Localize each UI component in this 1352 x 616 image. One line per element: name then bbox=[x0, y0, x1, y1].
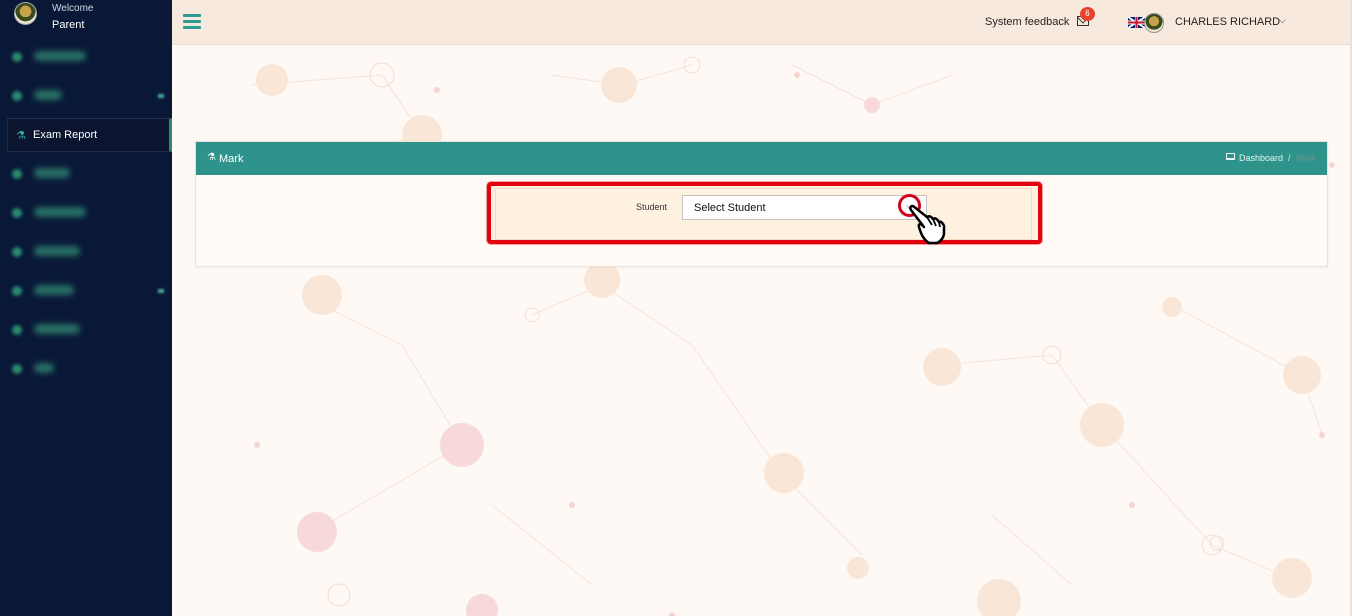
chevron-left-icon bbox=[158, 94, 164, 98]
menu-icon bbox=[12, 52, 22, 62]
menu-icon bbox=[12, 208, 22, 218]
user-avatar[interactable] bbox=[1144, 13, 1164, 33]
menu-icon bbox=[12, 325, 22, 335]
avatar bbox=[14, 2, 37, 25]
sidebar: Welcome Parent ⚗ Exam Report bbox=[0, 0, 172, 616]
top-header: System feedback 6 CHARLES RICHARD ⌵ bbox=[172, 0, 1352, 45]
background-decoration bbox=[251, 56, 1335, 616]
user-role: Parent bbox=[52, 19, 85, 31]
sidebar-item-blurred-6[interactable] bbox=[0, 274, 172, 308]
flask-icon: ⚗ bbox=[207, 152, 216, 163]
sidebar-item-blurred-5[interactable] bbox=[0, 235, 172, 269]
menu-icon bbox=[12, 286, 22, 296]
menu-icon bbox=[12, 247, 22, 257]
hand-pointer-icon bbox=[909, 204, 946, 245]
breadcrumb-dashboard[interactable]: Dashboard bbox=[1239, 153, 1283, 163]
welcome-text: Welcome bbox=[52, 3, 94, 14]
student-select[interactable]: Select Student ⌵ bbox=[682, 195, 927, 220]
flask-icon: ⚗ bbox=[16, 130, 26, 142]
sidebar-item-label: Exam Report bbox=[33, 129, 98, 141]
laptop-icon bbox=[1226, 153, 1235, 160]
notification-badge: 6 bbox=[1080, 7, 1095, 21]
chevron-left-icon bbox=[158, 289, 164, 293]
menu-icon bbox=[12, 91, 22, 101]
sidebar-item-blurred-2[interactable] bbox=[0, 79, 172, 113]
sidebar-item-blurred-1[interactable] bbox=[0, 40, 172, 74]
breadcrumb-current: Mark bbox=[1296, 153, 1316, 163]
system-feedback-link[interactable]: System feedback bbox=[985, 16, 1069, 28]
sidebar-item-exam-report[interactable]: ⚗ Exam Report bbox=[7, 118, 172, 152]
sidebar-item-blurred-4[interactable] bbox=[0, 196, 172, 230]
user-menu[interactable]: CHARLES RICHARD bbox=[1175, 16, 1280, 28]
uk-flag-icon[interactable] bbox=[1128, 17, 1145, 28]
sidebar-item-blurred-3[interactable] bbox=[0, 157, 172, 191]
page-title: Mark bbox=[219, 153, 244, 165]
student-select-value: Select Student bbox=[694, 202, 766, 214]
breadcrumb-separator: / bbox=[1288, 153, 1291, 163]
menu-icon bbox=[12, 364, 22, 374]
chevron-down-icon[interactable]: ⌵ bbox=[1279, 15, 1286, 26]
sidebar-user: Welcome Parent bbox=[0, 0, 172, 40]
menu-toggle-icon[interactable] bbox=[183, 14, 201, 30]
sidebar-item-blurred-7[interactable] bbox=[0, 313, 172, 347]
panel-header: ⚗ Mark Dashboard / Mark bbox=[196, 142, 1327, 175]
student-label: Student bbox=[636, 202, 668, 212]
sidebar-item-blurred-8[interactable] bbox=[0, 352, 172, 386]
menu-icon bbox=[12, 169, 22, 179]
